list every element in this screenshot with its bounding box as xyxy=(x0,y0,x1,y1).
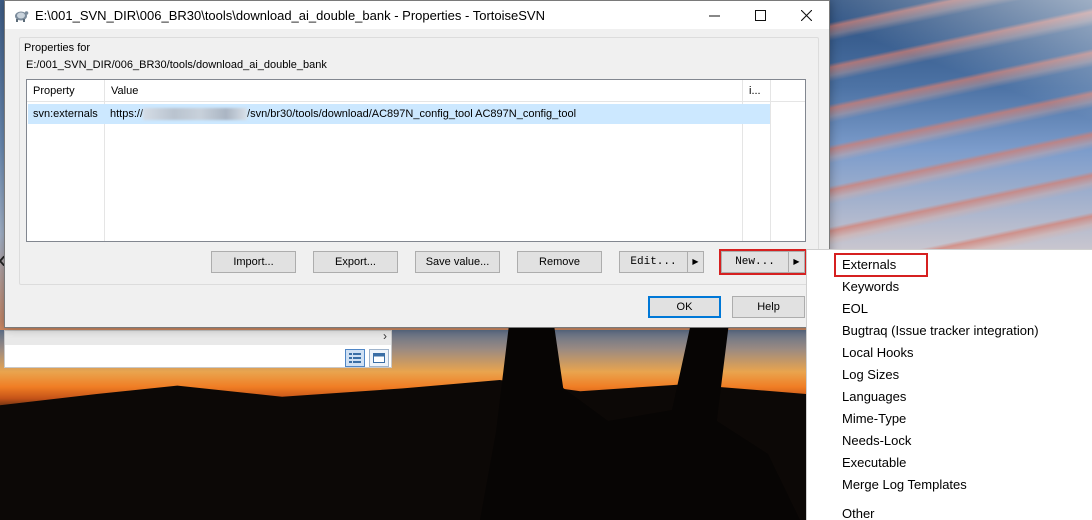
minimize-button[interactable] xyxy=(691,1,737,29)
edit-button[interactable]: Edit... ▶ xyxy=(619,251,704,273)
background-window-fragment: › xyxy=(4,329,392,368)
column-header-info[interactable]: i... xyxy=(743,80,771,102)
tortoisesvn-icon xyxy=(13,7,29,23)
property-name-cell: svn:externals xyxy=(33,108,98,120)
value-suffix: /svn/br30/tools/download/AC897N_config_t… xyxy=(247,108,577,120)
value-prefix: https:// xyxy=(110,108,144,120)
new-button[interactable]: New... ▶ xyxy=(719,249,807,275)
edit-button-label: Edit... xyxy=(630,256,677,268)
menu-item-needs-lock[interactable]: Needs-Lock xyxy=(842,431,911,451)
import-button[interactable]: Import... xyxy=(211,251,296,273)
column-divider xyxy=(770,102,771,241)
maximize-button[interactable] xyxy=(737,1,783,29)
export-button[interactable]: Export... xyxy=(313,251,398,273)
menu-item-log-sizes[interactable]: Log Sizes xyxy=(842,365,899,385)
save-value-button[interactable]: Save value... xyxy=(415,251,500,273)
menu-item-externals[interactable]: Externals xyxy=(834,253,928,277)
chevron-right-icon[interactable]: › xyxy=(383,329,387,343)
close-button[interactable] xyxy=(783,1,829,29)
horizontal-scrollbar[interactable]: › xyxy=(5,329,391,345)
list-header: Property Value i... xyxy=(27,80,805,102)
table-row[interactable]: svn:externals https:// /svn/br30/tools/do… xyxy=(28,104,770,124)
menu-item-eol[interactable]: EOL xyxy=(842,299,868,319)
triangle-right-icon[interactable]: ▶ xyxy=(687,252,703,272)
ok-button[interactable]: OK xyxy=(648,296,721,318)
properties-path: E:/001_SVN_DIR/006_BR30/tools/download_a… xyxy=(26,59,327,71)
title-bar[interactable]: E:\001_SVN_DIR\006_BR30\tools\download_a… xyxy=(5,1,829,29)
group-label: Properties for xyxy=(24,42,91,54)
cloud-photo xyxy=(830,0,1092,250)
menu-item-keywords[interactable]: Keywords xyxy=(842,277,899,297)
menu-item-executable[interactable]: Executable xyxy=(842,453,906,473)
preview-view-icon[interactable] xyxy=(369,349,389,367)
window-title: E:\001_SVN_DIR\006_BR30\tools\download_a… xyxy=(35,7,545,23)
new-button-label: New... xyxy=(735,256,775,268)
menu-item-local-hooks[interactable]: Local Hooks xyxy=(842,343,914,363)
menu-item-mime-type[interactable]: Mime-Type xyxy=(842,409,906,429)
triangle-right-icon[interactable]: ▶ xyxy=(788,252,804,272)
menu-item-languages[interactable]: Languages xyxy=(842,387,906,407)
properties-list[interactable]: Property Value i... svn:externals https:… xyxy=(26,79,806,242)
menu-item-bugtraq[interactable]: Bugtraq (Issue tracker integration) xyxy=(842,321,1039,341)
property-value-cell: https:// /svn/br30/tools/download/AC897N_… xyxy=(105,104,576,124)
properties-dialog: E:\001_SVN_DIR\006_BR30\tools\download_a… xyxy=(4,0,830,328)
menu-item-merge-log-templates[interactable]: Merge Log Templates xyxy=(842,475,967,495)
help-button[interactable]: Help xyxy=(732,296,805,318)
remove-button[interactable]: Remove xyxy=(517,251,602,273)
column-header-value[interactable]: Value xyxy=(105,80,743,102)
details-view-icon[interactable] xyxy=(345,349,365,367)
new-property-menu: Externals Keywords EOL Bugtraq (Issue tr… xyxy=(806,249,1092,520)
redacted-host xyxy=(143,108,248,121)
column-header-property[interactable]: Property xyxy=(27,80,105,102)
menu-item-other[interactable]: Other xyxy=(842,504,875,520)
